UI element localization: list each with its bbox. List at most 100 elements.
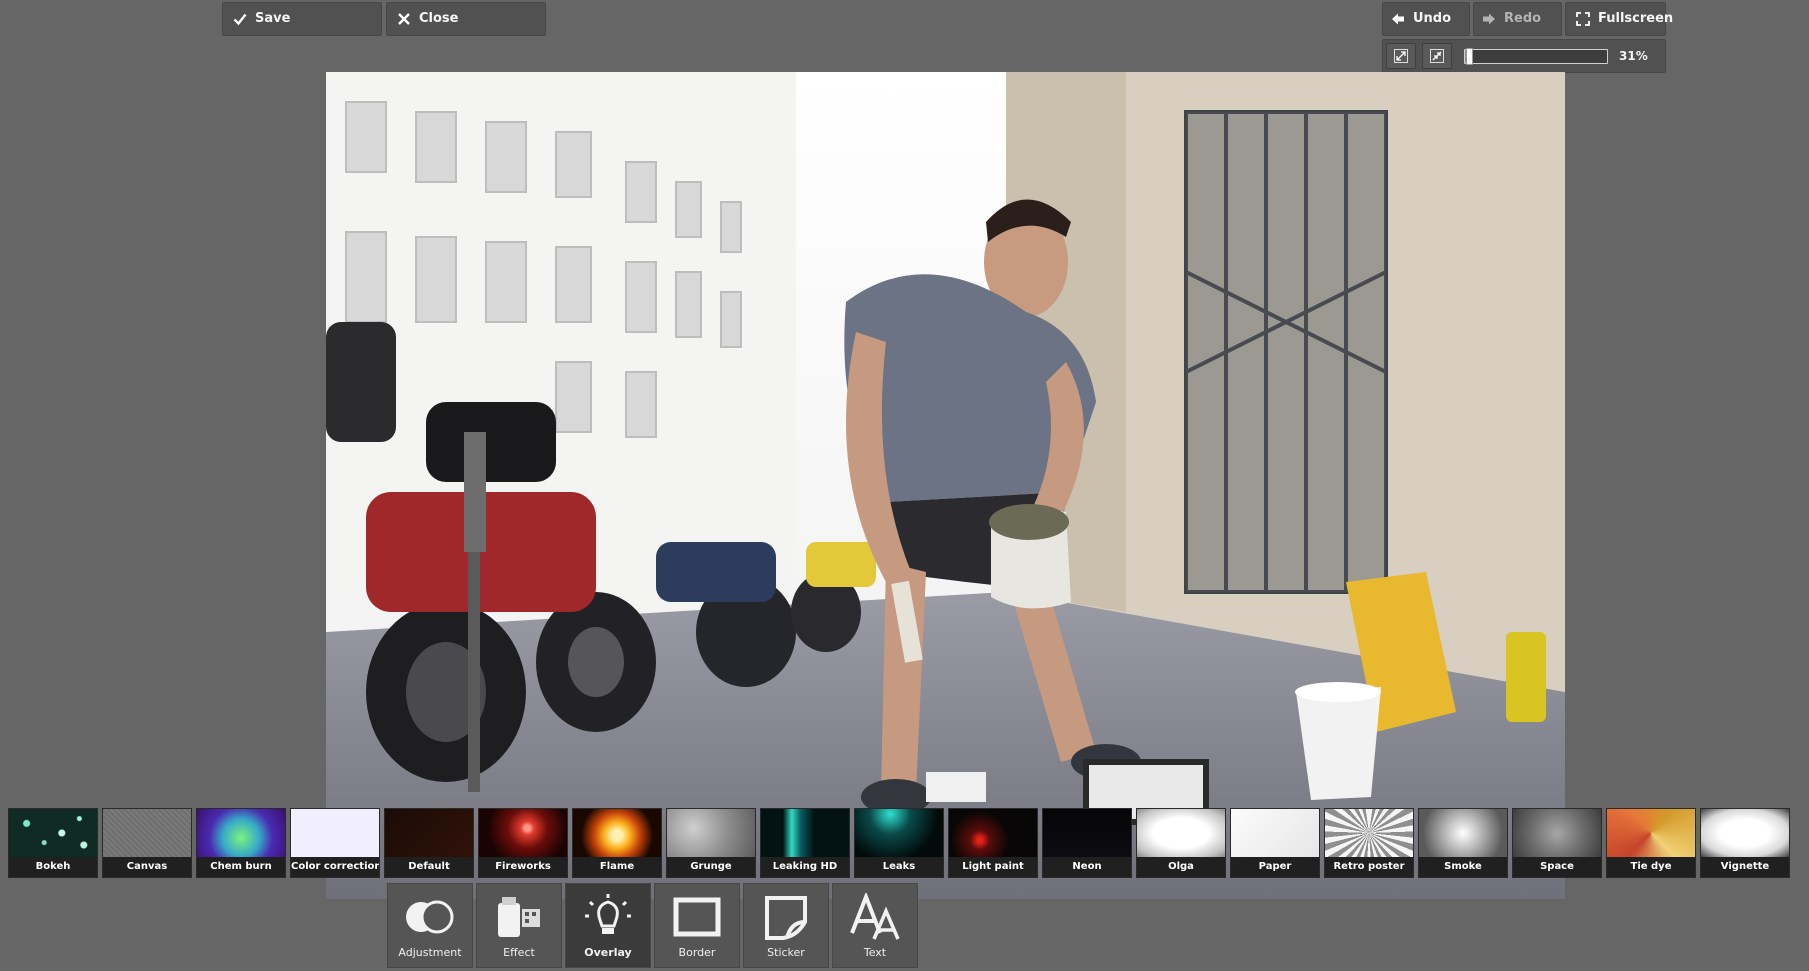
overlay-thumb-fireworks[interactable]: Fireworks bbox=[478, 808, 568, 878]
zoom-slider[interactable] bbox=[1464, 48, 1608, 65]
close-button[interactable]: Close bbox=[386, 2, 546, 36]
overlay-thumb-label: Leaking HD bbox=[761, 857, 849, 877]
tie-dye-preview bbox=[1607, 809, 1695, 857]
overlay-thumb-label: Vignette bbox=[1701, 857, 1789, 877]
border-icon bbox=[672, 892, 722, 942]
close-icon bbox=[398, 13, 410, 25]
overlay-thumb-leaks[interactable]: Leaks bbox=[854, 808, 944, 878]
tool-tab-label: Sticker bbox=[767, 946, 805, 959]
tool-tab-label: Overlay bbox=[584, 946, 632, 959]
overlay-thumb-bokeh[interactable]: Bokeh bbox=[8, 808, 98, 878]
chem-burn-preview bbox=[197, 809, 285, 857]
tool-tab-label: Adjustment bbox=[398, 946, 462, 959]
zoom-value: 31% bbox=[1619, 49, 1648, 63]
overlay-thumbnail-strip: Bokeh Canvas Chem burn Color correction Defa… bbox=[8, 808, 1792, 878]
fullscreen-icon bbox=[1576, 12, 1590, 26]
retro-poster-preview bbox=[1325, 809, 1413, 857]
adjustment-icon bbox=[403, 892, 457, 942]
leaking-hd-preview bbox=[761, 809, 849, 857]
overlay-thumb-label: Default bbox=[385, 857, 473, 877]
grunge-preview bbox=[667, 809, 755, 857]
overlay-thumb-label: Leaks bbox=[855, 857, 943, 877]
overlay-thumb-label: Flame bbox=[573, 857, 661, 877]
zoom-bar: 31% bbox=[1382, 39, 1666, 73]
fireworks-preview bbox=[479, 809, 567, 857]
overlay-thumb-label: Space bbox=[1513, 857, 1601, 877]
expand-icon bbox=[1394, 49, 1408, 63]
overlay-thumb-grunge[interactable]: Grunge bbox=[666, 808, 756, 878]
shrink-icon bbox=[1430, 49, 1444, 63]
overlay-thumb-light-paint[interactable]: Light paint bbox=[948, 808, 1038, 878]
overlay-thumb-label: Olga bbox=[1137, 857, 1225, 877]
overlay-thumb-label: Light paint bbox=[949, 857, 1037, 877]
tool-tab-label: Effect bbox=[503, 946, 535, 959]
redo-label: Redo bbox=[1504, 11, 1542, 26]
arrow-left-icon bbox=[1392, 13, 1404, 25]
tool-tab-label: Border bbox=[678, 946, 716, 959]
tool-tab-text[interactable]: Text bbox=[832, 883, 918, 968]
close-label: Close bbox=[419, 11, 459, 26]
vignette-preview bbox=[1701, 809, 1789, 857]
light-paint-preview bbox=[949, 809, 1037, 857]
overlay-thumb-leaking-hd[interactable]: Leaking HD bbox=[760, 808, 850, 878]
overlay-thumb-olga[interactable]: Olga bbox=[1136, 808, 1226, 878]
flame-preview bbox=[573, 809, 661, 857]
neon-preview bbox=[1043, 809, 1131, 857]
tool-tab-overlay[interactable]: Overlay bbox=[565, 883, 651, 968]
save-label: Save bbox=[255, 11, 291, 26]
overlay-thumb-label: Fireworks bbox=[479, 857, 567, 877]
zoom-fit-button[interactable] bbox=[1386, 43, 1416, 69]
overlay-thumb-label: Neon bbox=[1043, 857, 1131, 877]
effect-icon bbox=[494, 892, 544, 942]
overlay-thumb-chem-burn[interactable]: Chem burn bbox=[196, 808, 286, 878]
overlay-thumb-canvas[interactable]: Canvas bbox=[102, 808, 192, 878]
overlay-icon bbox=[583, 892, 633, 942]
tool-tab-label: Text bbox=[863, 946, 887, 959]
overlay-thumb-label: Smoke bbox=[1419, 857, 1507, 877]
leaks-preview bbox=[855, 809, 943, 857]
tool-tab-sticker[interactable]: Sticker bbox=[743, 883, 829, 968]
paper-preview bbox=[1231, 809, 1319, 857]
overlay-thumb-neon[interactable]: Neon bbox=[1042, 808, 1132, 878]
overlay-thumb-smoke[interactable]: Smoke bbox=[1418, 808, 1508, 878]
smoke-preview bbox=[1419, 809, 1507, 857]
save-button[interactable]: Save bbox=[222, 2, 382, 36]
overlay-thumb-tie-dye[interactable]: Tie dye bbox=[1606, 808, 1696, 878]
olga-preview bbox=[1137, 809, 1225, 857]
overlay-thumb-label: Paper bbox=[1231, 857, 1319, 877]
canvas-preview bbox=[103, 809, 191, 857]
overlay-thumb-retro-poster[interactable]: Retro poster bbox=[1324, 808, 1414, 878]
fullscreen-button[interactable]: Fullscreen bbox=[1565, 2, 1673, 36]
overlay-thumb-label: Color correction bbox=[291, 857, 379, 877]
checkmark-icon bbox=[233, 13, 247, 26]
redo-button[interactable]: Redo bbox=[1473, 2, 1562, 36]
color-correction-preview bbox=[291, 809, 379, 857]
overlay-thumb-color-correction[interactable]: Color correction bbox=[290, 808, 380, 878]
photo-canvas[interactable] bbox=[326, 72, 1565, 899]
undo-label: Undo bbox=[1413, 11, 1452, 26]
bokeh-preview bbox=[9, 809, 97, 857]
overlay-thumb-label: Grunge bbox=[667, 857, 755, 877]
overlay-thumb-space[interactable]: Space bbox=[1512, 808, 1602, 878]
overlay-thumb-default[interactable]: Default bbox=[384, 808, 474, 878]
fullscreen-label: Fullscreen bbox=[1598, 11, 1674, 26]
arrow-right-icon bbox=[1483, 13, 1495, 25]
default-preview bbox=[385, 809, 473, 857]
overlay-thumb-label: Tie dye bbox=[1607, 857, 1695, 877]
overlay-thumb-paper[interactable]: Paper bbox=[1230, 808, 1320, 878]
overlay-thumb-vignette[interactable]: Vignette bbox=[1700, 808, 1790, 878]
street-photo bbox=[326, 72, 1565, 899]
overlay-thumb-label: Retro poster bbox=[1325, 857, 1413, 877]
overlay-thumb-flame[interactable]: Flame bbox=[572, 808, 662, 878]
space-preview bbox=[1513, 809, 1601, 857]
sticker-icon bbox=[761, 892, 811, 942]
tool-tab-border[interactable]: Border bbox=[654, 883, 740, 968]
tool-tab-effect[interactable]: Effect bbox=[476, 883, 562, 968]
zoom-actual-size-button[interactable] bbox=[1422, 43, 1452, 69]
tool-tab-adjustment[interactable]: Adjustment bbox=[387, 883, 473, 968]
overlay-thumb-label: Canvas bbox=[103, 857, 191, 877]
zoom-slider-handle[interactable] bbox=[1466, 48, 1473, 65]
overlay-thumb-label: Chem burn bbox=[197, 857, 285, 877]
undo-button[interactable]: Undo bbox=[1382, 2, 1470, 36]
photo-editor: Save Close Undo Redo Fullscreen 31% Boke… bbox=[0, 0, 1809, 971]
